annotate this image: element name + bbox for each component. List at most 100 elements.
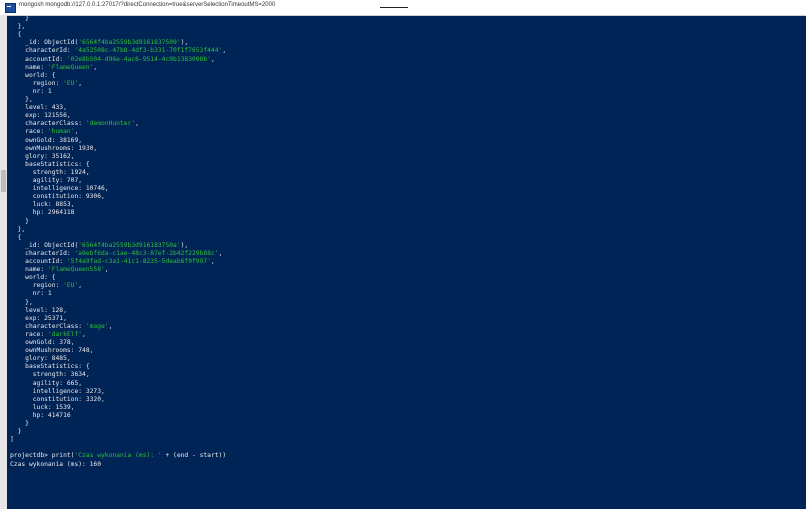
console-text: projectdb> print( xyxy=(10,452,75,460)
console-line: intelligence: 3273, xyxy=(10,388,105,396)
console-line: Czas wykonania (ms): 160 xyxy=(10,461,101,469)
console-text: glory: 8485, xyxy=(10,355,71,363)
console-text: nr: 1 xyxy=(10,87,52,95)
console-suffix: , xyxy=(135,120,139,128)
console-line: { xyxy=(10,31,22,39)
console-text: ownMushrooms: 748, xyxy=(10,347,94,355)
console-string-value: 'mage' xyxy=(85,322,109,330)
console-text: world: { xyxy=(10,274,56,282)
console-line: name: 'FlameQueen558', xyxy=(10,266,109,274)
console-line: world: { xyxy=(10,72,55,80)
console-text: characterClass: xyxy=(10,120,86,128)
console-line: agility: 665, xyxy=(10,380,82,388)
console-line: level: 433, xyxy=(10,104,67,112)
console-suffix: , xyxy=(74,128,79,136)
console-text: } xyxy=(10,428,22,436)
console-line: } xyxy=(10,15,29,23)
console-line: constitution: 9306, xyxy=(10,193,105,201)
console-line: hp: 2964118 xyxy=(10,209,75,217)
console-text: ] xyxy=(10,436,14,444)
scrollbar[interactable] xyxy=(0,15,7,509)
console-string-value: 'a9ebf6da-c1ae-48c3-87ef-2b42f229b88c' xyxy=(74,249,219,257)
console-line: name: 'FlameQueen', xyxy=(10,64,97,72)
console-text: characterId: xyxy=(10,249,75,257)
scrollbar-thumb[interactable] xyxy=(1,170,6,192)
console-string-value: 'demonHunter' xyxy=(85,120,136,128)
console-text: Czas wykonania (ms): 160 xyxy=(10,460,101,468)
terminal-window: mongosh mongodb://127.0.0.1:27017/?direc… xyxy=(0,0,806,509)
console-text: }, xyxy=(10,225,26,233)
console-text: region: xyxy=(10,282,64,290)
console-suffix: ), xyxy=(180,241,189,249)
console-line: exp: 25371, xyxy=(10,315,67,323)
console-text: }, xyxy=(10,96,33,103)
console-text: agility: 665, xyxy=(10,379,83,387)
console-line: } xyxy=(10,420,29,428)
console-output[interactable]: } }, { _id: ObjectId('6564f4ba2559b3d916… xyxy=(10,15,800,505)
console-text: level: 433, xyxy=(10,104,67,112)
console-suffix: , xyxy=(78,79,83,87)
console-string-value: 'human' xyxy=(47,128,75,136)
console-text: }, xyxy=(10,298,33,306)
console-suffix: , xyxy=(108,322,113,330)
console-string-value: 'Czas wykonania (ms): ' xyxy=(74,452,162,460)
console-suffix: + (end - start)) xyxy=(161,452,227,460)
console-text: { xyxy=(10,233,22,241)
console-text: race: xyxy=(10,330,48,338)
console-text: } xyxy=(10,420,29,427)
console-text: baseStatistics: { xyxy=(10,363,90,371)
console-suffix: , xyxy=(104,266,109,274)
console-line: accountId: '5f4a9fad-c3a1-41c1-8235-5dea… xyxy=(10,258,215,266)
console-text: }, xyxy=(10,23,26,31)
console-suffix: , xyxy=(93,63,98,71)
console-string-value: 'FlameQueen558' xyxy=(47,266,105,274)
console-suffix: , xyxy=(78,282,83,290)
console-line: }, xyxy=(10,299,33,307)
console-text: _id: ObjectId( xyxy=(10,241,79,249)
console-line: glory: 8485, xyxy=(10,355,71,363)
console-line: intelligence: 10746, xyxy=(10,185,109,193)
console-line: baseStatistics: { xyxy=(10,160,90,169)
console-text: luck: 8853, xyxy=(10,201,75,209)
console-text: agility: 707, xyxy=(10,177,83,184)
console-suffix: ), xyxy=(180,39,189,47)
title-bar[interactable]: mongosh mongodb://127.0.0.1:27017/?direc… xyxy=(0,0,806,16)
console-line: agility: 707, xyxy=(10,177,82,185)
console-line: ownMushrooms: 1930, xyxy=(10,145,97,153)
console-string-value: '02e8b504-d96e-4ac6-9514-4c9b1383098b' xyxy=(66,55,211,63)
console-line: } xyxy=(10,428,22,436)
console-line: exp: 121556, xyxy=(10,112,71,120)
console-line: characterClass: 'demonHunter', xyxy=(10,120,139,128)
console-text: hp: 2964118 xyxy=(10,209,75,217)
console-line: { xyxy=(10,233,22,242)
console-text: accountId: xyxy=(10,55,67,63)
console-line: glory: 35162, xyxy=(10,153,74,161)
console-suffix: , xyxy=(82,330,86,338)
console-text: region: xyxy=(10,79,64,87)
console-text: strength: 1924, xyxy=(10,168,90,176)
console-line: }, xyxy=(10,23,26,31)
console-string-value: 'FlameQueen' xyxy=(47,63,94,71)
console-line: strength: 3634, xyxy=(10,371,90,379)
console-text: } xyxy=(10,15,29,22)
console-string-value: '6564f4ba2559b3d916183750a' xyxy=(78,241,181,249)
console-text: hp: 414716 xyxy=(10,411,71,419)
console-text: constitution: 3320, xyxy=(10,395,105,403)
console-text: ownGold: 38169, xyxy=(10,136,83,144)
console-line: ownMushrooms: 748, xyxy=(10,347,93,355)
console-line: hp: 414716 xyxy=(10,412,71,420)
console-string-value: '5f4a9fad-c3a1-41c1-8235-5deab6f0f997' xyxy=(66,258,211,265)
console-line: baseStatistics: { xyxy=(10,363,90,371)
console-text: accountId: xyxy=(10,258,67,265)
console-suffix: , xyxy=(222,47,227,55)
console-line: region: 'EU', xyxy=(10,282,82,290)
console-text: baseStatistics: { xyxy=(10,160,90,168)
console-text: constitution: 9306, xyxy=(10,193,105,201)
window-title: mongosh mongodb://127.0.0.1:27017/?direc… xyxy=(19,2,276,8)
console-string-value: '4a52508c-47b8-4df3-b331-70f1f7653f444' xyxy=(74,47,223,55)
console-string-value: 'EU' xyxy=(63,79,79,87)
console-text: _id: ObjectId( xyxy=(10,39,79,47)
console-line: _id: ObjectId('6564f4ba2559b3d9161837509… xyxy=(10,39,188,47)
console-text: characterId: xyxy=(10,47,75,55)
console-suffix: , xyxy=(210,55,215,63)
